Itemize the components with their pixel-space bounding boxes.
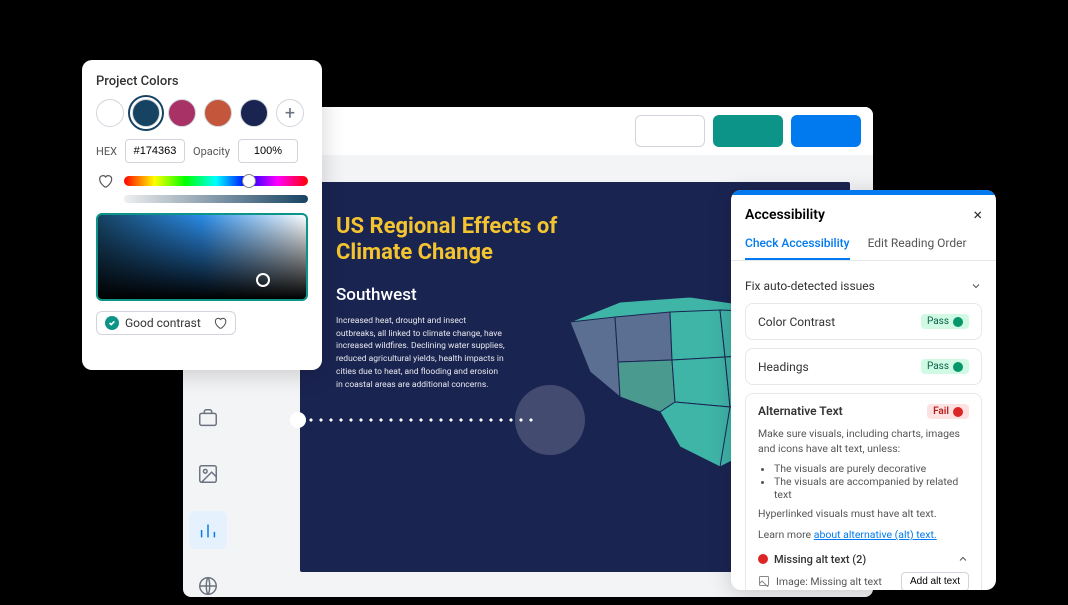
swatch-dark-blue[interactable] — [240, 99, 268, 127]
pass-icon — [953, 317, 963, 327]
opacity-label: Opacity — [193, 145, 230, 158]
opacity-input[interactable] — [238, 139, 298, 163]
a11y-title: Accessibility — [745, 207, 825, 223]
rail-charts[interactable] — [189, 511, 227, 549]
marker-dot — [290, 412, 306, 428]
missing-alt-header[interactable]: Missing alt text (2) — [758, 553, 969, 566]
briefcase-icon — [197, 407, 219, 429]
missing-label: Missing alt text (2) — [774, 553, 866, 566]
check-label: Headings — [758, 360, 809, 374]
saturation-thumb[interactable] — [256, 273, 270, 287]
chevron-up-icon — [957, 553, 969, 565]
check-alternative-text: Alternative Text Fail Make sure visuals,… — [745, 393, 982, 590]
contrast-label: Good contrast — [125, 316, 201, 330]
swatch-orange[interactable] — [204, 99, 232, 127]
hex-input[interactable] — [125, 139, 185, 163]
alt-bullet: The visuals are accompanied by related t… — [774, 475, 969, 501]
left-rail — [183, 379, 233, 605]
pass-icon — [953, 362, 963, 372]
canvas-body: Increased heat, drought and insect outbr… — [336, 315, 506, 392]
fix-label: Fix auto-detected issues — [745, 279, 875, 293]
check-label: Color Contrast — [758, 315, 835, 329]
color-panel: Project Colors + HEX Opacity Good contra… — [82, 60, 322, 370]
alt-bullet: The visuals are purely decorative — [774, 462, 969, 475]
swatch-row: + — [96, 99, 308, 127]
check-color-contrast[interactable]: Color Contrast Pass — [745, 303, 982, 340]
swatch-navy[interactable] — [132, 99, 160, 127]
swatch-add[interactable]: + — [276, 99, 304, 127]
learn-more-label: Learn more — [758, 528, 814, 541]
rail-templates[interactable] — [189, 399, 227, 437]
hex-label: HEX — [96, 145, 117, 158]
heart-icon[interactable] — [213, 316, 227, 330]
image-icon — [758, 575, 770, 587]
topbar-button-3[interactable] — [791, 115, 861, 147]
swatch-white[interactable] — [96, 99, 124, 127]
missing-alt-item: Image: Missing alt text Add alt text — [758, 566, 969, 590]
heart-icon[interactable] — [96, 173, 114, 189]
pass-badge: Pass — [921, 314, 969, 329]
fix-issues-row[interactable]: Fix auto-detected issues — [745, 273, 982, 303]
tab-reading-order[interactable]: Edit Reading Order — [868, 230, 967, 260]
swatch-magenta[interactable] — [168, 99, 196, 127]
add-alt-button[interactable]: Add alt text — [901, 572, 969, 590]
learn-more-link[interactable]: about alternative (alt) text. — [814, 528, 937, 541]
tab-check-accessibility[interactable]: Check Accessibility — [745, 230, 850, 260]
globe-icon — [197, 575, 219, 597]
check-headings[interactable]: Headings Pass — [745, 348, 982, 385]
pass-badge: Pass — [921, 359, 969, 374]
rail-images[interactable] — [189, 455, 227, 493]
contrast-pill: Good contrast — [96, 311, 236, 335]
fail-icon — [758, 554, 768, 564]
chevron-down-icon — [970, 280, 982, 292]
alpha-slider[interactable] — [124, 195, 308, 203]
hue-thumb[interactable] — [242, 174, 256, 188]
bar-chart-icon — [197, 519, 219, 541]
fail-badge: Fail — [927, 404, 969, 419]
connector-line — [306, 418, 536, 422]
close-icon[interactable]: × — [973, 205, 982, 224]
fail-icon — [953, 407, 963, 417]
plus-icon: + — [285, 103, 295, 124]
hue-slider[interactable] — [124, 176, 308, 186]
accessibility-panel: Accessibility × Check Accessibility Edit… — [731, 190, 996, 590]
saturation-picker[interactable] — [96, 213, 308, 301]
topbar-button-1[interactable] — [635, 115, 705, 147]
color-panel-title: Project Colors — [96, 74, 308, 89]
alt-description: Make sure visuals, including charts, ima… — [758, 427, 969, 456]
check-label: Alternative Text — [758, 404, 843, 419]
check-circle-icon — [105, 316, 119, 330]
alt-hyperlink-note: Hyperlinked visuals must have alt text. — [758, 507, 969, 522]
missing-image-label: Image: Missing alt text — [776, 575, 882, 588]
rail-globe[interactable] — [189, 567, 227, 605]
topbar-button-2[interactable] — [713, 115, 783, 147]
image-icon — [197, 463, 219, 485]
